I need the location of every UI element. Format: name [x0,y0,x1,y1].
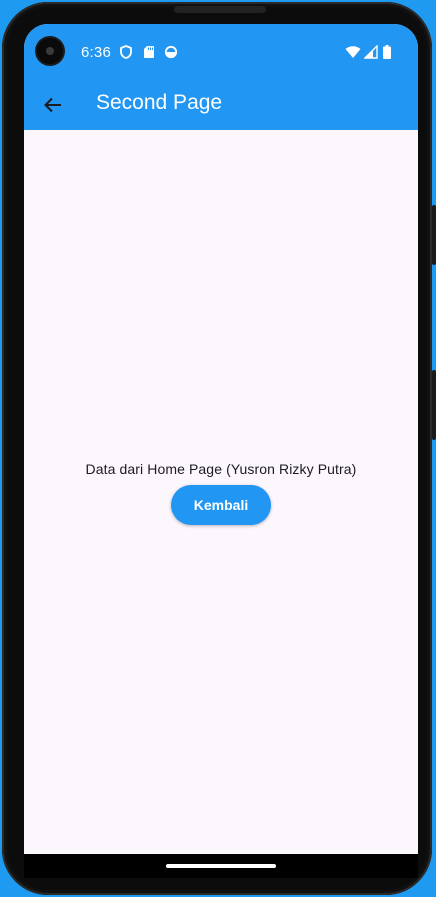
page-title: Second Page [96,91,223,114]
speaker-slot [174,6,266,13]
battery-icon [382,45,392,59]
wifi-icon [345,45,361,59]
page-body: Data dari Home Page (Yusron Rizky Putra)… [24,130,418,854]
arrow-back-icon [44,97,61,113]
shield-icon [119,45,133,59]
device-mockup: 6:36 Second Page Data dari Home Page (Yu… [0,0,436,897]
status-bar: 6:36 [24,24,418,80]
front-camera [37,38,63,64]
back-button[interactable] [36,88,70,122]
screen: 6:36 Second Page Data dari Home Page (Yu… [24,24,418,878]
home-indicator[interactable] [166,864,276,868]
sd-card-icon [142,45,156,59]
received-data-text: Data dari Home Page (Yusron Rizky Putra) [85,460,357,477]
app-bar: Second Page [24,80,418,130]
power-button [432,205,436,265]
sync-icon [164,45,178,59]
cell-signal-icon [363,44,378,59]
kembali-button[interactable]: Kembali [171,484,271,525]
status-time: 6:36 [81,44,111,61]
navigation-bar [24,854,418,878]
volume-button [432,370,436,440]
